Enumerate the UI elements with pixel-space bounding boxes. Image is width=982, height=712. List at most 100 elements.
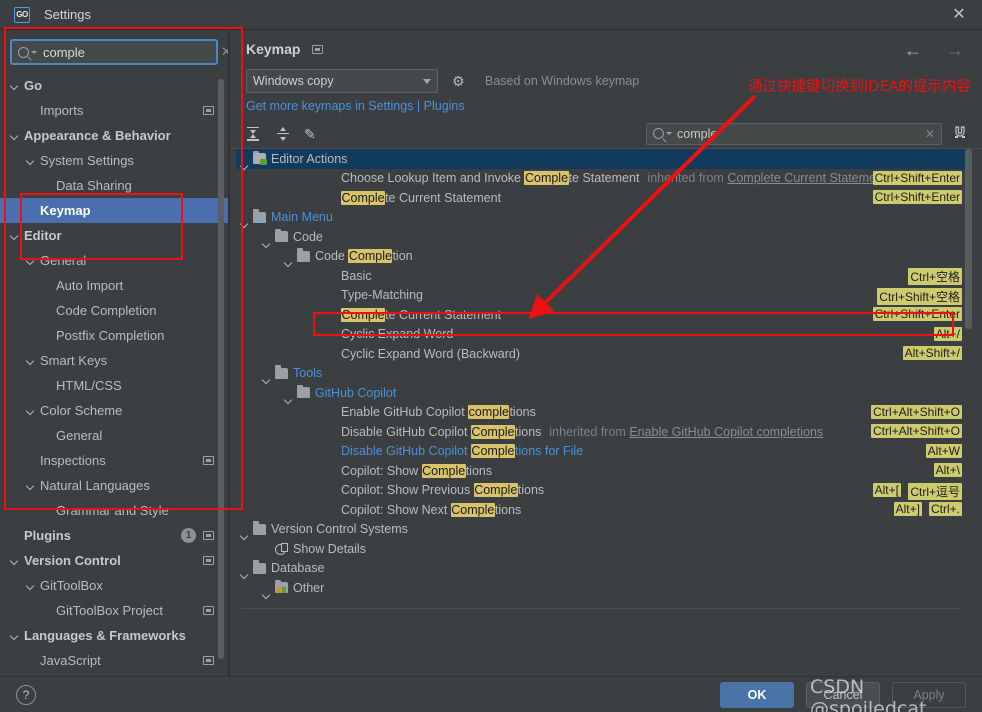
sidebar-item-label: Inspections [40, 453, 106, 468]
sidebar-item-editor[interactable]: Editor [0, 223, 228, 248]
keymap-row-database[interactable]: Database [236, 559, 972, 579]
ok-button[interactable]: OK [720, 681, 794, 708]
keymap-row-vcs[interactable]: Version Control Systems [236, 520, 972, 540]
keymap-row-github-copilot[interactable]: GitHub Copilot [236, 383, 972, 403]
cancel-button[interactable]: Cancel [806, 681, 880, 708]
get-more-keymaps-link[interactable]: Get more keymaps in Settings | Plugins [246, 99, 465, 113]
inherited-from-link[interactable]: Enable GitHub Copilot completions [629, 425, 823, 439]
external-window-icon[interactable] [203, 456, 214, 465]
keymap-row-complete-current-1[interactable]: Complete Current Statement Ctrl+Shift+Ent… [236, 188, 972, 208]
keymap-select[interactable]: Windows copy [246, 69, 438, 93]
keymap-row-copilot-show-prev[interactable]: Copilot: Show Previous Completions Alt+[C… [236, 481, 972, 501]
keymap-row-label: Cyclic Expand Word [341, 327, 454, 342]
sidebar-item-languages-frameworks[interactable]: Languages & Frameworks [0, 623, 228, 648]
chevron-down-icon[interactable] [26, 156, 35, 165]
back-arrow-icon[interactable]: ← [904, 41, 922, 59]
external-window-icon[interactable] [203, 606, 214, 615]
keymap-row-choose-lookup[interactable]: Choose Lookup Item and Invoke Complete S… [236, 169, 972, 189]
keymap-row-main-menu[interactable]: Main Menu [236, 208, 972, 228]
sidebar-item-grammar-and-style[interactable]: Grammar and Style [0, 498, 228, 523]
apply-button[interactable]: Apply [892, 681, 966, 708]
keymap-row-cyclic-expand-back[interactable]: Cyclic Expand Word (Backward) Alt+Shift+/ [236, 344, 972, 364]
chevron-down-icon[interactable] [26, 256, 35, 265]
search-dropdown-caret-icon[interactable] [31, 50, 37, 54]
sidebar-item-system-settings[interactable]: System Settings [0, 148, 228, 173]
sidebar-item-go[interactable]: Go [0, 73, 228, 98]
sidebar-item-label: General [56, 428, 103, 443]
keymap-row-disable-copilot-file[interactable]: Disable GitHub Copilot Completions for F… [236, 442, 972, 462]
keymap-row-disable-copilot[interactable]: Disable GitHub Copilot Completions inheri… [236, 422, 972, 442]
inherited-from-link[interactable]: Complete Current Statement [727, 171, 886, 185]
sidebar-item-javascript[interactable]: JavaScript [0, 648, 228, 673]
keymap-row-enable-copilot[interactable]: Enable GitHub Copilot completions Ctrl+Al… [236, 403, 972, 423]
clear-search-icon[interactable]: ✕ [219, 44, 228, 60]
chevron-down-icon[interactable] [10, 131, 19, 140]
sidebar-item-imports[interactable]: Imports [0, 98, 228, 123]
keymap-row-basic[interactable]: Basic Ctrl+空格 [236, 266, 972, 286]
sidebar-item-general[interactable]: General [0, 423, 228, 448]
keymap-row-code[interactable]: Code [236, 227, 972, 247]
sidebar-item-natural-languages[interactable]: Natural Languages [0, 473, 228, 498]
sidebar-item-data-sharing[interactable]: Data Sharing [0, 173, 228, 198]
chevron-down-icon[interactable] [10, 556, 19, 565]
keymap-row-complete-current-2[interactable]: Complete Current Statement Ctrl+Shift+Ent… [236, 305, 972, 325]
sidebar-search-wrap: ✕ [0, 31, 228, 71]
keymap-shortcut-badge: Ctrl+逗号 [908, 482, 962, 500]
keymap-row-code-completion[interactable]: Code Completion [236, 247, 972, 267]
chevron-down-icon[interactable] [26, 581, 35, 590]
external-window-icon[interactable] [203, 656, 214, 665]
find-by-shortcut-icon[interactable] [952, 124, 968, 144]
find-dropdown-caret-icon[interactable] [666, 132, 672, 135]
sidebar-item-version-control[interactable]: Version Control [0, 548, 228, 573]
clear-find-icon[interactable]: ✕ [925, 127, 935, 141]
keymap-row-editor-actions[interactable]: Editor Actions [236, 149, 972, 169]
close-icon[interactable]: ✕ [950, 6, 968, 24]
keymap-find-input[interactable] [677, 126, 925, 141]
forward-arrow-icon[interactable]: → [946, 41, 964, 59]
keymap-row-copilot-show[interactable]: Copilot: Show Completions Alt+\ [236, 461, 972, 481]
expand-all-icon[interactable] [244, 125, 262, 143]
sidebar-item-plugins[interactable]: Plugins 1 [0, 523, 228, 548]
sidebar-item-inspections[interactable]: Inspections [0, 448, 228, 473]
chevron-down-icon[interactable] [26, 406, 35, 415]
keymap-find-box[interactable]: ✕ [646, 122, 942, 145]
external-window-icon[interactable] [203, 556, 214, 565]
keymap-row-copilot-show-next[interactable]: Copilot: Show Next Completions Alt+] Ctrl+… [236, 500, 972, 520]
keymap-row-cyclic-expand[interactable]: Cyclic Expand Word Alt+/ [236, 325, 972, 345]
sidebar-scrollbar-thumb[interactable] [218, 79, 224, 659]
search-match-highlight: Comple [348, 249, 393, 264]
external-window-icon[interactable] [203, 531, 214, 540]
sidebar-item-color-scheme[interactable]: Color Scheme [0, 398, 228, 423]
chevron-down-icon[interactable] [10, 231, 19, 240]
sidebar-item-appearance-behavior[interactable]: Appearance & Behavior [0, 123, 228, 148]
search-input[interactable] [43, 44, 219, 60]
sidebar-item-code-completion[interactable]: Code Completion [0, 298, 228, 323]
chevron-down-icon[interactable] [423, 78, 431, 84]
keymap-row-label: Editor Actions [271, 151, 348, 166]
gear-icon[interactable]: ⚙ [452, 73, 467, 89]
keymap-row-type-matching[interactable]: Type-Matching Ctrl+Shift+空格 [236, 286, 972, 306]
edit-shortcut-icon[interactable]: ✎ [304, 125, 322, 143]
external-window-icon[interactable] [203, 106, 214, 115]
collapse-all-icon[interactable] [274, 125, 292, 143]
chevron-down-icon[interactable] [10, 631, 19, 640]
sidebar-item-postfix-completion[interactable]: Postfix Completion [0, 323, 228, 348]
keymap-row-other[interactable]: Other [236, 578, 972, 598]
chevron-down-icon[interactable] [26, 481, 35, 490]
sidebar-item-auto-import[interactable]: Auto Import [0, 273, 228, 298]
sidebar-item-general[interactable]: General [0, 248, 228, 273]
panel-external-icon[interactable] [312, 44, 324, 54]
sidebar-item-gittoolbox[interactable]: GitToolBox [0, 573, 228, 598]
keymap-shortcut-badge: Ctrl+空格 [908, 268, 962, 285]
help-button[interactable]: ? [16, 684, 36, 705]
chevron-down-icon[interactable] [26, 356, 35, 365]
sidebar-search-box[interactable]: ✕ [10, 39, 228, 65]
sidebar-item-keymap[interactable]: Keymap [0, 198, 228, 223]
sidebar-item-gittoolbox-project[interactable]: GitToolBox Project [0, 598, 228, 623]
keymap-scrollbar-thumb[interactable] [965, 149, 972, 329]
keymap-row-tools[interactable]: Tools [236, 364, 972, 384]
chevron-down-icon[interactable] [10, 81, 19, 90]
sidebar-item-smart-keys[interactable]: Smart Keys [0, 348, 228, 373]
keymap-row-show-details[interactable]: Show Details [236, 539, 972, 559]
sidebar-item-html-css[interactable]: HTML/CSS [0, 373, 228, 398]
